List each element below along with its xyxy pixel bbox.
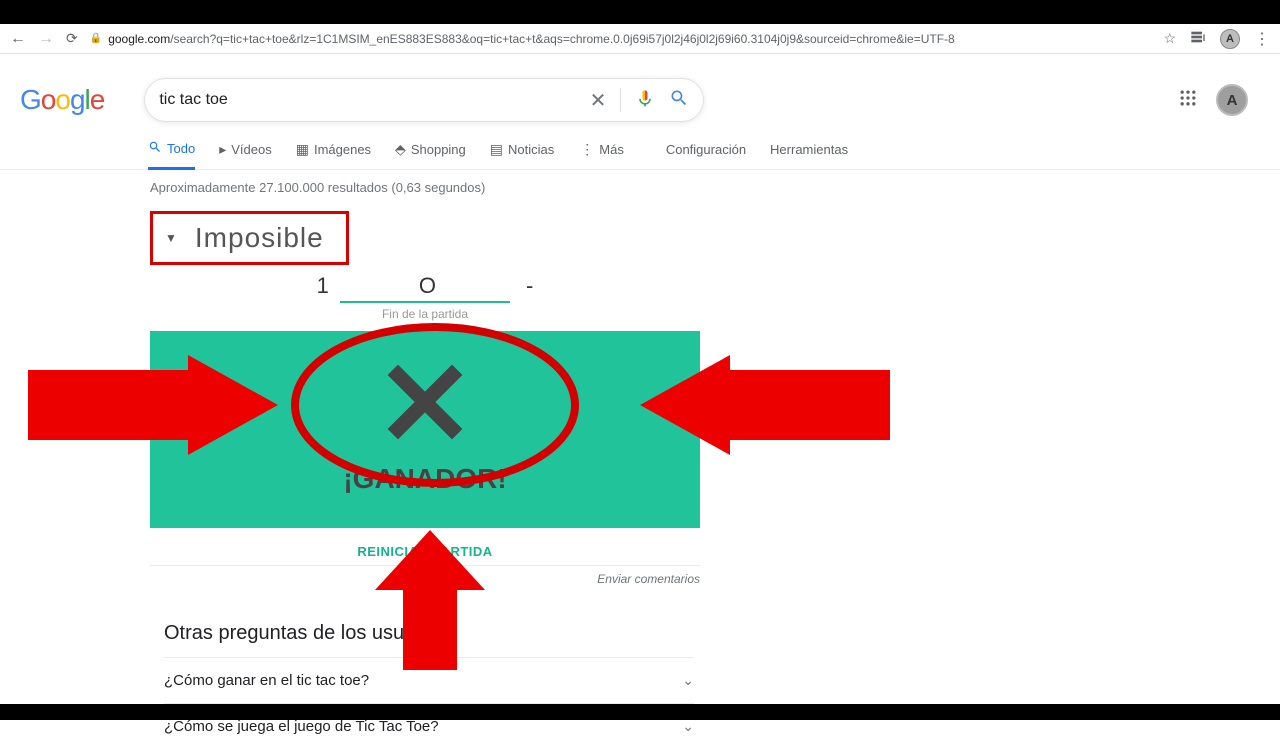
tab-label: Shopping [411,142,466,157]
tab-shopping[interactable]: ⬘ Shopping [395,140,466,169]
people-also-ask: Otras preguntas de los usuarios ¿Cómo ga… [164,622,694,749]
voice-search-icon[interactable] [635,88,655,113]
tab-label: Todo [167,141,195,156]
paa-question: ¿Cómo se juega el juego de Tic Tac Toe? [164,718,439,735]
tab-settings[interactable]: Configuración [666,140,746,169]
tab-more[interactable]: ⋮ Más [578,140,624,169]
search-input[interactable] [159,91,575,109]
game-end-label: Fin de la partida [150,303,700,331]
news-icon: ▤ [490,141,503,158]
chevron-down-icon: ⌄ [682,672,694,689]
dropdown-arrow-icon: ▼ [165,231,177,245]
send-feedback-link[interactable]: Enviar comentarios [597,572,700,586]
tab-label: Vídeos [231,142,271,157]
paa-title: Otras preguntas de los usuarios [164,622,694,657]
tab-label: Configuración [666,142,746,157]
score-x: 1 [317,273,329,299]
account-avatar[interactable]: A [1216,84,1248,116]
search-header: Google ✕ A [0,54,1280,122]
restart-button[interactable]: REINICIAR PARTIDA [150,528,700,565]
tab-label: Herramientas [770,142,848,157]
tictactoe-widget: ▼ Imposible 1 O - Fin de la partida ¡GAN… [150,211,700,592]
score-o-label: O [419,273,436,299]
difficulty-selector[interactable]: ▼ Imposible [150,211,349,265]
image-icon: ▦ [296,141,309,158]
tab-images[interactable]: ▦ Imágenes [296,140,371,169]
forward-button[interactable]: → [38,30,54,48]
address-bar[interactable]: 🔒 google.com/search?q=tic+tac+toe&rlz=1C… [90,32,1152,46]
paa-item[interactable]: ¿Cómo ganar en el tic tac toe? ⌄ [164,657,694,703]
lock-icon: 🔒 [90,33,102,44]
tab-all[interactable]: Todo [148,140,195,170]
search-tabs: Todo ▸ Vídeos ▦ Imágenes ⬘ Shopping ▤ No… [0,122,1280,170]
tag-icon: ⬘ [395,141,406,158]
search-icon [148,140,162,157]
results-stats: Aproximadamente 27.100.000 resultados (0… [0,170,1280,195]
url-domain: google.com [108,32,170,46]
browser-menu-icon[interactable]: ⋮ [1254,29,1270,49]
winner-x-icon [379,356,471,453]
tab-label: Imágenes [314,142,371,157]
search-box[interactable]: ✕ [144,78,704,122]
more-icon: ⋮ [580,141,594,158]
separator [620,88,621,112]
browser-toolbar: ← → ⟳ 🔒 google.com/search?q=tic+tac+toe&… [0,24,1280,54]
bookmark-star-icon[interactable]: ☆ [1163,30,1176,47]
winner-text: ¡GANADOR! [343,463,506,495]
apps-grid-icon[interactable] [1178,88,1198,113]
paa-question: ¿Cómo ganar en el tic tac toe? [164,672,369,689]
clear-search-icon[interactable]: ✕ [590,88,607,113]
search-button-icon[interactable] [669,88,689,113]
tab-news[interactable]: ▤ Noticias [490,140,554,169]
back-button[interactable]: ← [10,30,26,48]
game-board: ¡GANADOR! [150,331,700,528]
difficulty-label: Imposible [195,222,324,254]
reading-list-icon[interactable] [1190,29,1206,48]
url-path: /search?q=tic+tac+toe&rlz=1C1MSIM_enES88… [170,32,954,46]
tab-videos[interactable]: ▸ Vídeos [219,140,272,169]
reload-button[interactable]: ⟳ [66,30,78,47]
chevron-down-icon: ⌄ [682,718,694,735]
google-logo[interactable]: Google [20,84,104,116]
profile-avatar-small[interactable]: A [1220,29,1240,49]
tab-label: Más [599,142,624,157]
video-icon: ▸ [219,141,226,158]
feedback-row: Enviar comentarios [150,565,700,592]
score-dash: - [526,273,533,299]
tab-label: Noticias [508,142,554,157]
score-row: 1 O - [150,265,700,301]
tab-tools[interactable]: Herramientas [770,140,848,169]
